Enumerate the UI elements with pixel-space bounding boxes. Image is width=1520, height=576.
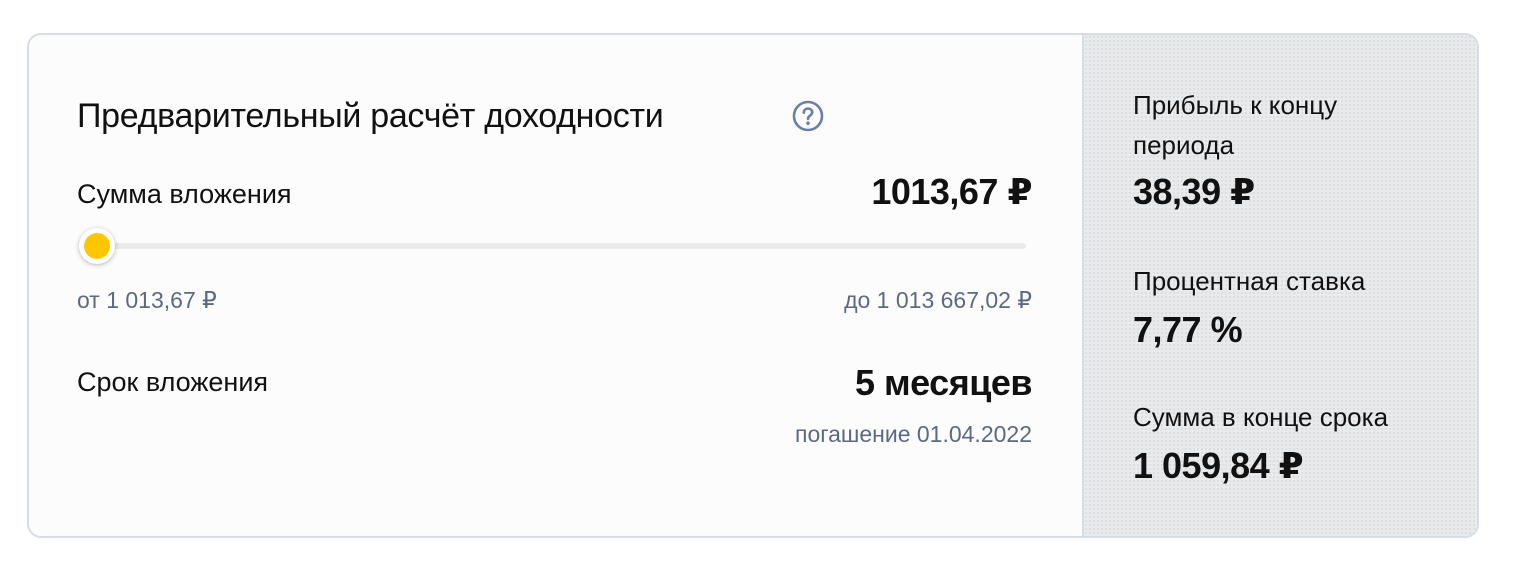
slider-track[interactable] [91, 243, 1026, 249]
total-label: Сумма в конце срока [1133, 402, 1389, 432]
maturity-date: погашение 01.04.2022 [794, 421, 1032, 447]
question-circle-icon[interactable] [792, 100, 824, 132]
yield-calculator-card: Предварительный расчёт доходности Сумма … [27, 33, 1479, 538]
term-label: Срок вложения [77, 367, 269, 397]
calculator-panel: Предварительный расчёт доходности Сумма … [29, 35, 1082, 536]
amount-max-label: до 1 013 667,02 ₽ [844, 287, 1032, 313]
amount-slider[interactable] [79, 227, 1026, 265]
term-value: 5 месяцев [854, 362, 1033, 403]
profit-label: Прибыль к концу периода [1133, 90, 1338, 160]
amount-label: Сумма вложения [77, 179, 292, 209]
rate-value: 7,77 % [1133, 309, 1243, 350]
amount-value: 1013,67 ₽ [871, 171, 1032, 212]
profit-value: 38,39 ₽ [1133, 171, 1255, 212]
calculator-title: Предварительный расчёт доходности [77, 97, 664, 135]
rate-label: Процентная ставка [1133, 266, 1366, 296]
amount-min-label: от 1 013,67 ₽ [77, 287, 217, 313]
total-value: 1 059,84 ₽ [1133, 445, 1304, 486]
summary-panel: Прибыль к концу периода 38,39 ₽ Процентн… [1082, 35, 1477, 536]
slider-thumb[interactable] [79, 228, 115, 264]
